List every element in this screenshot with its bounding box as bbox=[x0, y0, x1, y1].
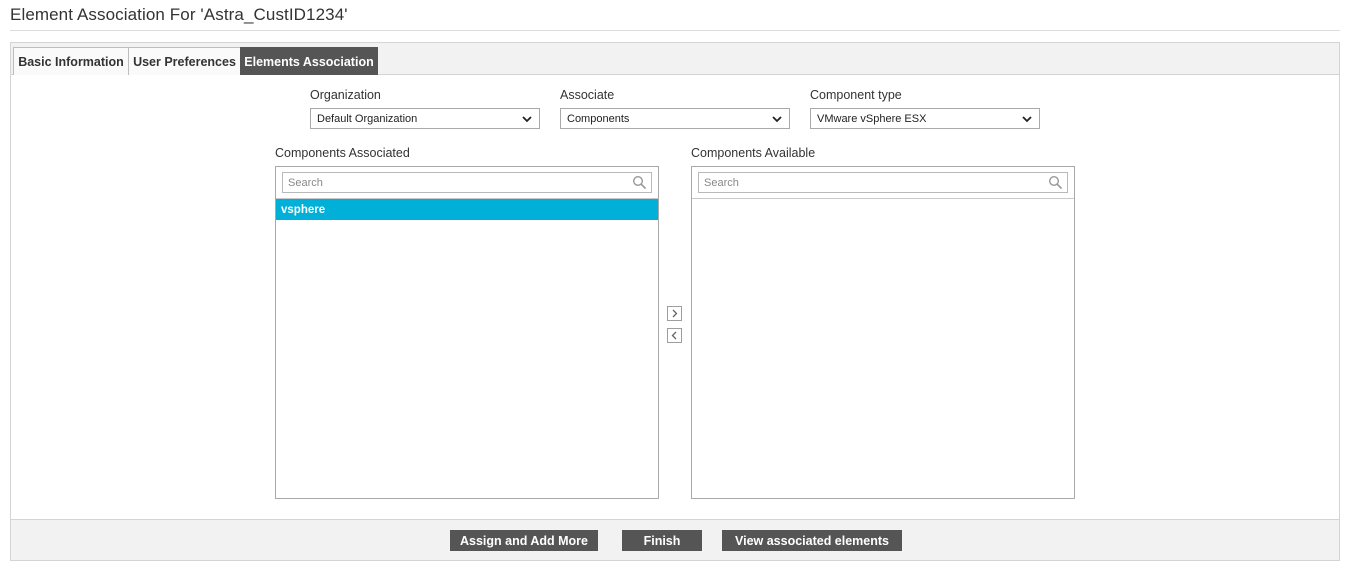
move-right-button[interactable] bbox=[667, 306, 682, 321]
associated-search-input[interactable] bbox=[283, 173, 613, 193]
components-available-label: Components Available bbox=[691, 146, 816, 160]
move-left-button[interactable] bbox=[667, 328, 682, 343]
associate-select[interactable]: Components bbox=[560, 108, 790, 129]
chevron-down-icon bbox=[1022, 116, 1032, 123]
assign-and-add-more-button[interactable]: Assign and Add More bbox=[450, 530, 598, 551]
finish-button[interactable]: Finish bbox=[622, 530, 702, 551]
component-type-select[interactable]: VMware vSphere ESX bbox=[810, 108, 1040, 129]
organization-label: Organization bbox=[310, 88, 381, 102]
available-search-input[interactable] bbox=[699, 173, 1029, 193]
associate-value: Components bbox=[567, 112, 630, 125]
available-search-box bbox=[698, 172, 1068, 193]
available-search-bar bbox=[692, 167, 1074, 199]
tab-basic-information[interactable]: Basic Information bbox=[13, 47, 129, 75]
component-type-label: Component type bbox=[810, 88, 902, 102]
tab-elements-association[interactable]: Elements Association bbox=[240, 47, 378, 75]
chevron-down-icon bbox=[772, 116, 782, 123]
search-icon[interactable] bbox=[632, 175, 647, 190]
chevron-down-icon bbox=[522, 116, 532, 123]
page-title: Element Association For 'Astra_CustID123… bbox=[10, 5, 348, 24]
components-associated-list[interactable]: vsphere bbox=[275, 166, 659, 499]
associated-search-bar bbox=[276, 167, 658, 199]
components-available-list[interactable] bbox=[691, 166, 1075, 499]
view-associated-elements-button[interactable]: View associated elements bbox=[722, 530, 902, 551]
organization-select[interactable]: Default Organization bbox=[310, 108, 540, 129]
tab-bar: Basic Information User Preferences Eleme… bbox=[11, 43, 1339, 75]
chevron-left-icon bbox=[671, 331, 677, 340]
component-type-value: VMware vSphere ESX bbox=[817, 112, 927, 125]
title-divider bbox=[10, 30, 1340, 31]
components-associated-label: Components Associated bbox=[275, 146, 410, 160]
search-icon[interactable] bbox=[1048, 175, 1063, 190]
list-item[interactable]: vsphere bbox=[276, 199, 658, 220]
action-bar: Assign and Add More Finish View associat… bbox=[10, 519, 1340, 561]
associated-search-box bbox=[282, 172, 652, 193]
tab-user-preferences[interactable]: User Preferences bbox=[128, 47, 241, 75]
organization-value: Default Organization bbox=[317, 112, 418, 125]
associate-label: Associate bbox=[560, 88, 615, 102]
chevron-right-icon bbox=[672, 309, 678, 318]
